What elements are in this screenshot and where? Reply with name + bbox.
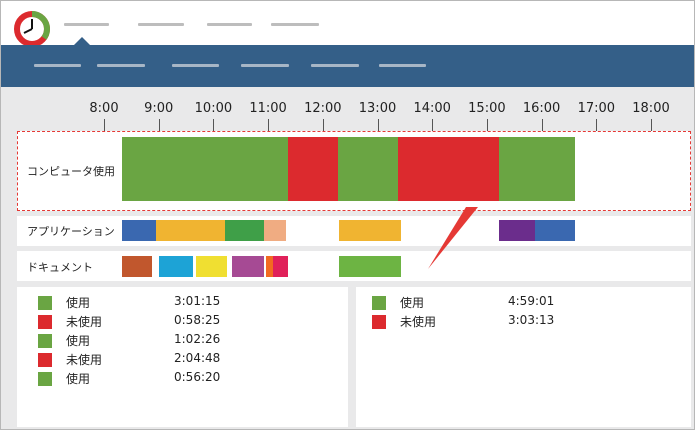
document-segment[interactable]	[231, 256, 264, 277]
subnav-item-3[interactable]	[172, 64, 219, 67]
hour-label: 9:00	[144, 101, 174, 116]
legend-row: 使用 4:59:01	[372, 294, 592, 312]
legend-swatch	[38, 353, 52, 367]
legend-row: 未使用 2:04:48	[38, 351, 258, 369]
applications-label: アプリケーション	[27, 225, 115, 238]
document-segment[interactable]	[158, 256, 194, 277]
computer-usage-segment[interactable]	[398, 137, 499, 201]
legend-duration: 3:03:13	[508, 313, 555, 327]
legend-duration: 0:58:25	[174, 313, 221, 327]
nav-item-4[interactable]	[271, 23, 319, 26]
computer-usage-segment[interactable]	[498, 137, 576, 201]
legend-label: 使用	[400, 296, 425, 310]
legend-duration: 0:56:20	[174, 370, 221, 384]
hour-label: 15:00	[468, 101, 506, 116]
active-nav-indicator	[74, 37, 90, 45]
document-segment[interactable]	[272, 256, 289, 277]
nav-item-1[interactable]	[64, 23, 109, 26]
computer-usage-segment[interactable]	[338, 137, 399, 201]
hour-label: 16:00	[522, 101, 561, 116]
legend-swatch	[38, 296, 52, 310]
timeline-content: 8:00 9:00 10:00 11:00 12:00 13:00 14:00 15:00 16…	[1, 87, 694, 429]
hour-label: 12:00	[304, 101, 342, 116]
hour-label: 14:00	[413, 101, 451, 116]
subnav-item-1[interactable]	[34, 64, 81, 67]
nav-item-3[interactable]	[207, 23, 252, 26]
legend-swatch	[38, 315, 52, 329]
computer-usage-segment[interactable]	[122, 137, 289, 201]
subnav-item-5[interactable]	[311, 64, 359, 67]
documents-label: ドキュメント	[27, 261, 93, 274]
hour-label: 17:00	[577, 101, 616, 116]
subnav-item-6[interactable]	[379, 64, 426, 67]
legend-row: 未使用 3:03:13	[372, 313, 592, 331]
hour-label: 11:00	[249, 101, 287, 116]
document-segment[interactable]	[339, 256, 402, 277]
legend-label: 未使用	[66, 315, 103, 329]
computer-usage-label: コンピュータ使用	[27, 165, 115, 178]
legend-swatch	[38, 334, 52, 348]
clock-logo-icon[interactable]	[13, 10, 51, 48]
hour-label: 18:00	[632, 101, 670, 116]
application-segment[interactable]	[122, 220, 156, 241]
legend-swatch	[372, 296, 386, 310]
legend-label: 未使用	[66, 353, 103, 367]
hour-label: 10:00	[194, 101, 233, 116]
sub-navigation-bar	[1, 45, 694, 87]
legend-swatch	[38, 372, 52, 386]
legend-row: 使用 1:02:26	[38, 332, 258, 350]
legend-duration: 2:04:48	[174, 351, 221, 365]
legend-label: 使用	[66, 372, 91, 386]
legend-duration: 3:01:15	[174, 294, 221, 308]
top-navigation-bar	[1, 1, 694, 48]
subnav-item-2[interactable]	[97, 64, 145, 67]
computer-usage-segment[interactable]	[288, 137, 339, 201]
legend-label: 未使用	[400, 315, 437, 329]
subnav-item-4[interactable]	[241, 64, 289, 67]
legend-row: 使用 0:56:20	[38, 370, 258, 388]
application-segment[interactable]	[155, 220, 226, 241]
application-segment[interactable]	[225, 220, 264, 241]
application-segment[interactable]	[498, 220, 536, 241]
hour-label: 13:00	[358, 101, 397, 116]
application-segment[interactable]	[339, 220, 402, 241]
legend-swatch	[372, 315, 386, 329]
app-window: 8:00 9:00 10:00 11:00 12:00 13:00 14:00 15:00 16…	[0, 0, 695, 430]
legend-duration: 1:02:26	[174, 332, 221, 346]
legend-duration: 4:59:01	[508, 294, 555, 308]
application-segment[interactable]	[263, 220, 287, 241]
legend-row: 使用 3:01:15	[38, 294, 258, 312]
legend-label: 使用	[66, 296, 91, 310]
legend-row: 未使用 0:58:25	[38, 313, 258, 331]
nav-item-2[interactable]	[138, 23, 184, 26]
document-segment[interactable]	[196, 256, 228, 277]
document-segment[interactable]	[122, 256, 153, 277]
hour-label: 8:00	[89, 101, 119, 116]
application-segment[interactable]	[535, 220, 576, 241]
legend-label: 使用	[66, 334, 91, 348]
